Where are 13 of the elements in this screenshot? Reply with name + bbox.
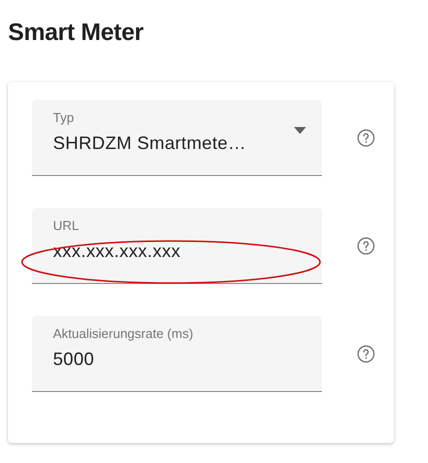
section-title: Smart Meter <box>8 18 144 48</box>
field-label: Typ <box>53 109 75 127</box>
field-label: Aktualisierungsrate (ms) <box>53 325 194 343</box>
help-icon[interactable] <box>356 344 376 364</box>
field-value: 5000 <box>53 348 96 371</box>
field-label: URL <box>53 217 80 235</box>
caret-icon <box>294 127 306 134</box>
help-icon[interactable] <box>356 128 376 148</box>
field-value: xxx.xxx.xxx.xxx <box>53 240 182 263</box>
help-icon[interactable] <box>356 236 376 256</box>
field-value: SHRDZM Smartmete… <box>53 132 248 155</box>
select-field[interactable]: Typ SHRDZM Smartmete… <box>32 100 322 176</box>
input-field[interactable]: Aktualisierungsrate (ms) 5000 <box>32 316 322 392</box>
